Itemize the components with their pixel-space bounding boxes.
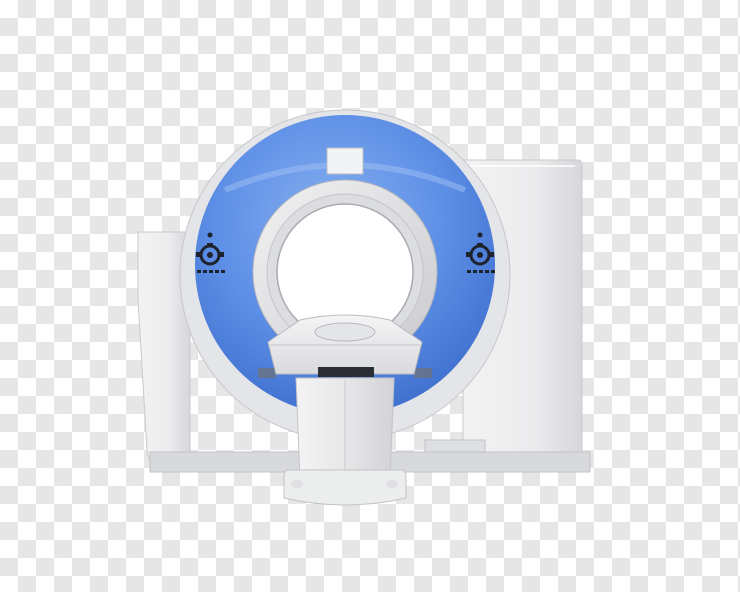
ct-scanner-svg [137, 109, 591, 506]
ct-scanner-illustration [0, 0, 740, 592]
table-pedestal [283, 377, 407, 506]
label-plate [326, 147, 364, 175]
